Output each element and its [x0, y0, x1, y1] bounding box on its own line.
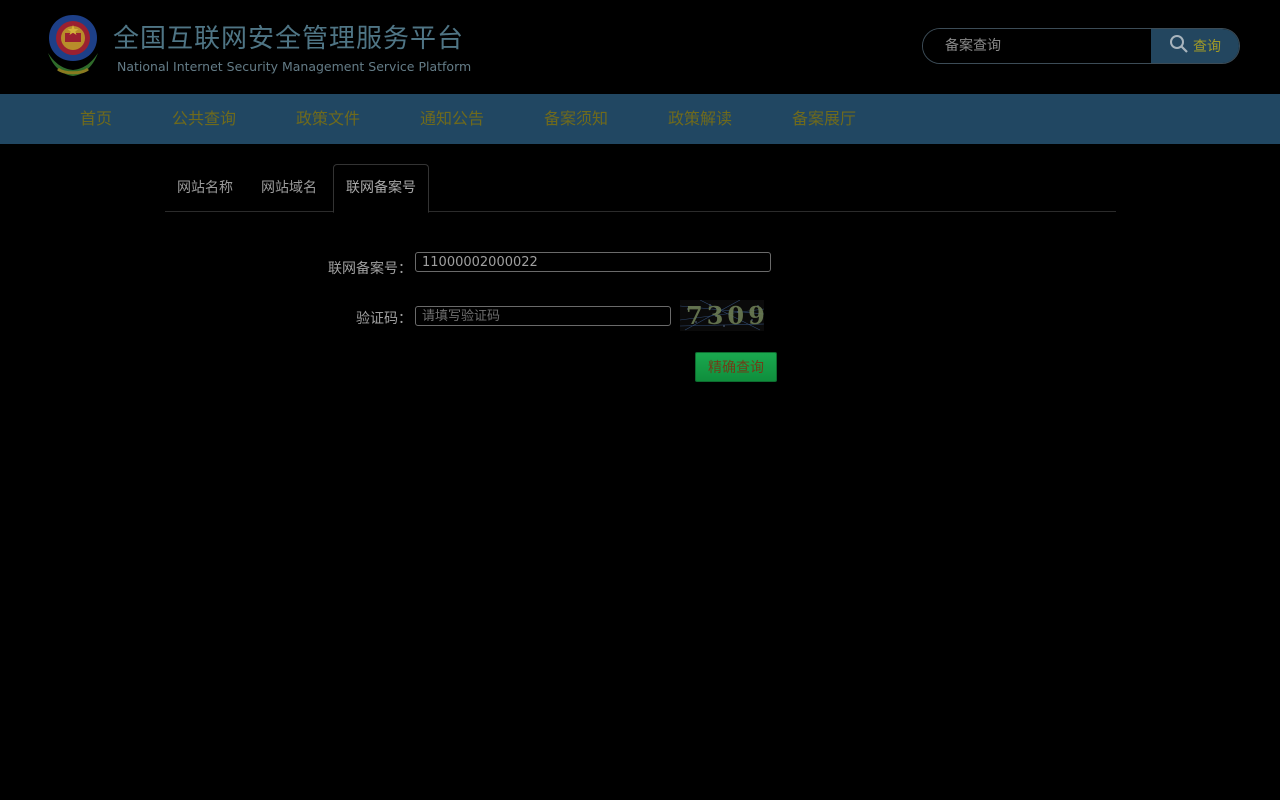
nav-item-filing-guide[interactable]: 备案须知 [544, 94, 608, 144]
search-button-label: 查询 [1193, 39, 1221, 55]
nav-item-policy-documents[interactable]: 政策文件 [296, 94, 360, 144]
search-input[interactable] [923, 29, 1151, 63]
record-number-input[interactable] [415, 252, 771, 272]
search-icon [1169, 34, 1189, 58]
main-navbar: 首页 公共查询 政策文件 通知公告 备案须知 政策解读 备案展厅 [0, 94, 1280, 144]
police-emblem-icon[interactable] [44, 13, 102, 78]
search-box: 查询 [922, 28, 1240, 64]
captcha-input[interactable] [415, 306, 671, 326]
exact-query-button[interactable]: 精确查询 [695, 352, 777, 382]
nav-item-policy-interpretation[interactable]: 政策解读 [668, 94, 732, 144]
query-tabs: 网站名称 网站域名 联网备案号 [165, 164, 1116, 213]
captcha-label: 验证码： [356, 311, 412, 327]
nav-item-notices[interactable]: 通知公告 [420, 94, 484, 144]
site-subtitle: National Internet Security Management Se… [117, 59, 472, 74]
nav-item-filing-showcase[interactable]: 备案展厅 [792, 94, 856, 144]
search-button[interactable]: 查询 [1151, 29, 1239, 63]
tab-record-number[interactable]: 联网备案号 [333, 164, 429, 213]
site-title: 全国互联网安全管理服务平台 [113, 24, 465, 54]
nav-item-public-query[interactable]: 公共查询 [172, 94, 236, 144]
tab-site-name[interactable]: 网站名称 [165, 164, 245, 212]
captcha-image[interactable]: 7309 [679, 299, 765, 331]
nav-item-home[interactable]: 首页 [80, 94, 112, 144]
captcha-text: 7309 [686, 301, 764, 330]
record-number-label: 联网备案号： [328, 261, 412, 277]
tab-domain-name[interactable]: 网站域名 [249, 164, 329, 212]
site-header: 全国互联网安全管理服务平台 National Internet Security… [0, 0, 1280, 94]
